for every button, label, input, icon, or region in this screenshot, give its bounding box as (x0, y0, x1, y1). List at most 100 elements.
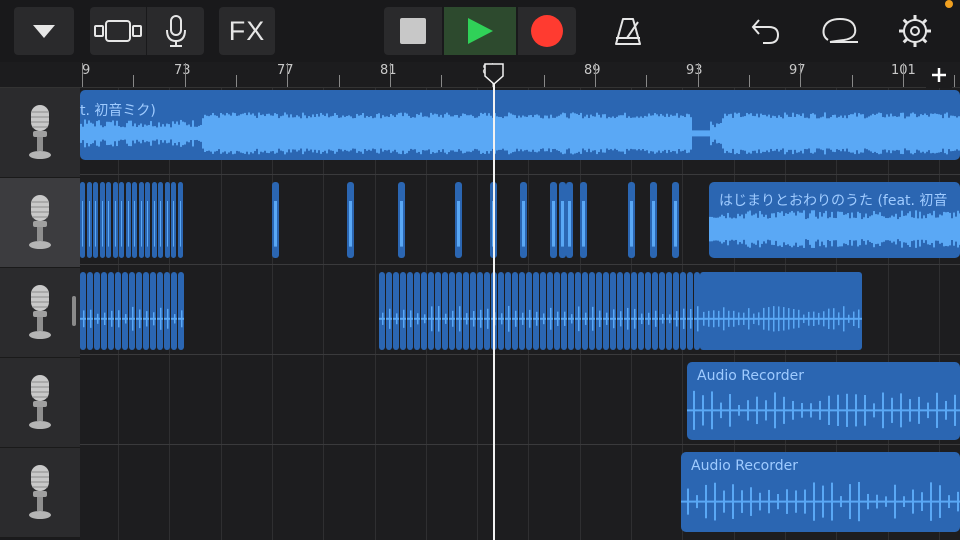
audio-region[interactable] (87, 272, 93, 350)
audio-region[interactable] (177, 182, 183, 258)
audio-region[interactable] (164, 272, 170, 350)
audio-region[interactable] (93, 182, 98, 258)
audio-region[interactable]: Audio Recorder (687, 362, 960, 440)
audio-region[interactable] (533, 272, 539, 350)
stop-button[interactable] (384, 7, 442, 55)
audio-region[interactable] (505, 272, 511, 350)
timeline-ruler[interactable]: 9 73 77 81 85 89 93 97 101 (80, 62, 960, 88)
track-header-1[interactable] (0, 88, 80, 178)
track-header-4[interactable] (0, 358, 80, 448)
audio-region[interactable] (470, 272, 476, 350)
audio-region[interactable] (666, 272, 672, 350)
audio-region[interactable] (672, 182, 679, 258)
audio-region[interactable] (652, 272, 658, 350)
audio-region[interactable] (603, 272, 609, 350)
audio-region[interactable] (559, 182, 566, 258)
audio-region[interactable] (347, 182, 354, 258)
audio-region[interactable] (143, 272, 149, 350)
audio-region[interactable] (80, 272, 86, 350)
audio-region[interactable] (86, 182, 92, 258)
tracks-timeline[interactable]: t. 初音ミク) はじまりとおわりのうた (feat. 初音 Audio Rec… (80, 88, 960, 540)
audio-region[interactable] (150, 272, 156, 350)
audio-region[interactable] (659, 272, 665, 350)
audio-region[interactable] (106, 182, 111, 258)
audio-region[interactable] (398, 182, 405, 258)
audio-region[interactable] (386, 272, 392, 350)
settings-button[interactable] (893, 7, 937, 55)
audio-region[interactable] (393, 272, 399, 350)
playhead-handle[interactable] (484, 63, 504, 85)
audio-region[interactable] (178, 272, 184, 350)
track-header-3[interactable] (0, 268, 80, 358)
audio-region[interactable]: t. 初音ミク) (80, 90, 960, 160)
audio-region[interactable] (272, 182, 279, 258)
audio-region[interactable] (164, 182, 170, 258)
audio-region[interactable]: はじまりとおわりのうた (feat. 初音 (709, 182, 960, 258)
view-toggle-button[interactable] (90, 7, 146, 55)
audio-region[interactable] (112, 182, 118, 258)
audio-region[interactable] (421, 272, 427, 350)
audio-region[interactable] (580, 182, 587, 258)
track-header-scroll-handle[interactable] (72, 296, 76, 326)
audio-region[interactable] (547, 272, 553, 350)
audio-region[interactable] (122, 272, 128, 350)
audio-region[interactable] (628, 182, 635, 258)
audio-region[interactable] (687, 272, 693, 350)
audio-region[interactable] (568, 272, 574, 350)
track-header-5[interactable] (0, 448, 80, 538)
audio-region[interactable] (151, 182, 157, 258)
audio-region[interactable] (631, 272, 637, 350)
audio-region[interactable] (610, 272, 616, 350)
audio-region[interactable] (512, 272, 518, 350)
track-header-2[interactable] (0, 178, 80, 268)
audio-region[interactable] (582, 272, 588, 350)
audio-region[interactable] (575, 272, 581, 350)
audio-region[interactable] (561, 272, 567, 350)
audio-region[interactable] (624, 272, 630, 350)
audio-region[interactable] (379, 272, 385, 350)
audio-region[interactable] (519, 272, 525, 350)
audio-region[interactable] (145, 182, 150, 258)
add-track-button[interactable] (926, 62, 952, 88)
audio-region[interactable] (158, 182, 163, 258)
audio-region[interactable] (80, 182, 85, 258)
instrument-button[interactable] (147, 7, 204, 55)
audio-region[interactable] (484, 272, 490, 350)
audio-region[interactable] (638, 272, 644, 350)
audio-region[interactable] (617, 272, 623, 350)
audio-region[interactable] (171, 272, 177, 350)
audio-region[interactable] (119, 182, 124, 258)
audio-region[interactable] (400, 272, 406, 350)
audio-region[interactable] (138, 182, 144, 258)
audio-region[interactable] (456, 272, 462, 350)
audio-region[interactable] (550, 182, 557, 258)
audio-region[interactable] (498, 272, 504, 350)
audio-region[interactable] (157, 272, 163, 350)
audio-region[interactable] (449, 272, 455, 350)
audio-region[interactable] (526, 272, 532, 350)
audio-region[interactable] (520, 182, 527, 258)
audio-region[interactable] (94, 272, 100, 350)
audio-region[interactable] (171, 182, 176, 258)
audio-region[interactable] (566, 182, 573, 258)
audio-region[interactable] (101, 272, 107, 350)
browser-menu-button[interactable] (14, 7, 74, 55)
audio-region[interactable] (650, 182, 657, 258)
audio-region[interactable] (455, 182, 462, 258)
audio-region[interactable] (435, 272, 441, 350)
audio-region[interactable] (407, 272, 413, 350)
audio-region[interactable] (680, 272, 686, 350)
audio-region[interactable] (428, 272, 434, 350)
audio-region[interactable] (136, 272, 142, 350)
audio-region[interactable] (596, 272, 602, 350)
audio-region[interactable] (99, 182, 105, 258)
audio-region[interactable] (540, 272, 546, 350)
audio-region[interactable] (673, 272, 679, 350)
audio-region[interactable] (442, 272, 448, 350)
audio-region[interactable] (645, 272, 651, 350)
audio-region[interactable] (589, 272, 595, 350)
audio-region[interactable] (700, 272, 862, 350)
audio-region[interactable] (414, 272, 420, 350)
play-button[interactable] (444, 7, 516, 55)
audio-region[interactable] (115, 272, 121, 350)
